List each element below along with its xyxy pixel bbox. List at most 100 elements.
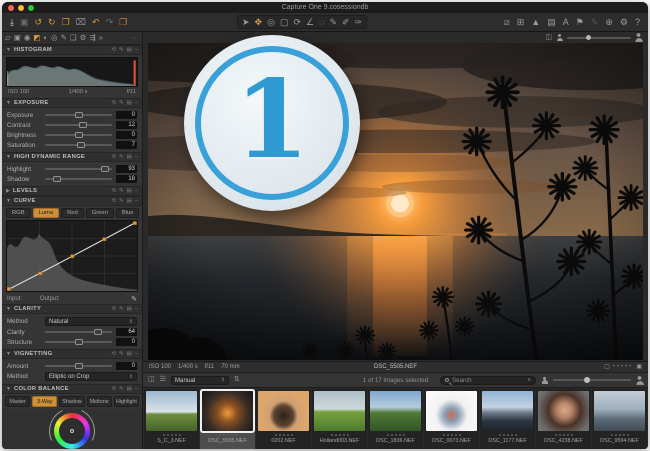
annotations-icon[interactable]: A xyxy=(563,17,569,27)
tab-library-icon[interactable]: ▱ xyxy=(5,33,11,43)
local-copy-icon[interactable]: ⟲ xyxy=(111,154,116,160)
curve-tab-red[interactable]: Red xyxy=(61,208,84,218)
slider-track[interactable] xyxy=(45,124,112,126)
clarity-panel-header[interactable]: ▼ CLARITY ⟲✎▤− xyxy=(2,304,142,314)
wheel-cursor-dot[interactable] xyxy=(70,429,74,433)
slider-value[interactable]: 7 xyxy=(116,141,137,149)
slider-track[interactable] xyxy=(45,365,112,367)
thumbnail-image[interactable] xyxy=(482,391,533,431)
panel-actions[interactable]: ⟲✎▤− xyxy=(111,188,138,194)
viewer-zoom-slider[interactable] xyxy=(567,37,631,39)
collapse-icon[interactable]: − xyxy=(135,198,138,204)
thumbnail-rating-dots[interactable] xyxy=(275,431,293,438)
edit-icon[interactable]: ✎ xyxy=(119,386,124,392)
presets-icon[interactable]: ▤ xyxy=(127,351,132,357)
edit-icon[interactable]: ✎ xyxy=(119,188,124,194)
select-tool-icon[interactable]: ➤ xyxy=(242,17,250,27)
thumbnail-zoom-slider[interactable] xyxy=(553,379,631,381)
rotate-ccw-icon[interactable]: ↺ xyxy=(35,17,43,27)
local-copy-icon[interactable]: ⟲ xyxy=(111,198,116,204)
panel-actions[interactable]: ⟲✎▤− xyxy=(111,47,138,53)
thumbnail-image[interactable] xyxy=(538,391,589,431)
tab-output-icon[interactable]: ⚙ xyxy=(80,33,87,43)
slider-thumb[interactable] xyxy=(77,142,85,148)
color-balance-panel-header[interactable]: ▼ COLOR BALANCE ⟲✎▤− xyxy=(2,384,142,394)
cb-tab-midtone[interactable]: Midtone xyxy=(87,396,112,407)
slider-value[interactable]: 64 xyxy=(116,328,137,336)
rotate-tool-icon[interactable]: ⟳ xyxy=(293,17,301,27)
thumbnail-image[interactable] xyxy=(594,391,645,431)
local-copy-icon[interactable]: ⟲ xyxy=(111,306,116,312)
slider-value[interactable]: 0 xyxy=(116,131,137,139)
collapse-icon[interactable]: − xyxy=(135,100,138,106)
thumbnail-cell[interactable]: DSC_9594.NEF xyxy=(592,389,647,449)
erase-mask-tool-icon[interactable]: ✐ xyxy=(342,17,350,27)
hdr-panel-header[interactable]: ▼ HIGH DYNAMIC RANGE ⟲✎▤− xyxy=(2,152,142,162)
cb-tab-shadow[interactable]: Shadow xyxy=(59,396,84,407)
trash-icon[interactable]: ⌧ xyxy=(76,17,86,27)
web-icon[interactable]: ⊕ xyxy=(605,17,613,27)
slider-value[interactable]: 0 xyxy=(116,111,137,119)
slider-thumb[interactable] xyxy=(53,176,61,182)
thumb-size-small-icon[interactable] xyxy=(541,377,548,384)
thumbnail-cell[interactable]: S_C_3.NEF xyxy=(144,389,199,449)
thumbnail-rating-dots[interactable] xyxy=(555,431,573,438)
presets-icon[interactable]: ▤ xyxy=(127,47,132,53)
proof-icon[interactable]: ⧄ xyxy=(504,17,510,27)
zoom-in-person-icon[interactable] xyxy=(634,33,643,42)
tab-exposure-icon[interactable]: ◩ xyxy=(33,33,40,43)
cb-tab-master[interactable]: Master xyxy=(5,396,30,407)
grid-icon[interactable]: ⊞ xyxy=(517,17,525,27)
tab-capture-icon[interactable]: ▣ xyxy=(14,33,21,43)
zoom-out-person-icon[interactable] xyxy=(556,34,563,41)
pan-tool-icon[interactable]: ✥ xyxy=(255,17,263,27)
thumbnail-image[interactable] xyxy=(146,391,197,431)
panel-actions[interactable]: ⟲✎▤− xyxy=(111,154,138,160)
edit-icon[interactable]: ✎ xyxy=(119,154,124,160)
slider-track[interactable] xyxy=(45,341,112,343)
slider-track[interactable] xyxy=(45,178,112,180)
edit-icon[interactable]: ✎ xyxy=(119,100,124,106)
local-copy-icon[interactable]: ⟲ xyxy=(111,188,116,194)
collapse-icon[interactable]: − xyxy=(135,306,138,312)
curve-tab-rgb[interactable]: RGB xyxy=(6,208,31,218)
tab-metadata-icon[interactable]: ❏ xyxy=(70,33,77,43)
edit-icon[interactable]: ✎ xyxy=(119,47,124,53)
fit-view-icon[interactable]: ◫ xyxy=(545,33,552,43)
thumbnail-rating-dots[interactable] xyxy=(163,431,181,438)
tag-icon[interactable]: ⚑ xyxy=(576,17,584,27)
process-icon[interactable]: ❒ xyxy=(119,17,127,27)
search-input[interactable]: Search ∨ xyxy=(440,376,536,385)
vignetting-method-select[interactable]: Elliptic on Crop ⇕ xyxy=(45,372,137,381)
panel-actions[interactable]: ⟲✎▤− xyxy=(111,306,138,312)
slider-value[interactable]: 18 xyxy=(116,175,137,183)
thumbnail-image[interactable] xyxy=(258,391,309,431)
edit-icon[interactable]: ✎ xyxy=(119,306,124,312)
local-copy-icon[interactable]: ⟲ xyxy=(111,351,116,357)
slider-thumb[interactable] xyxy=(79,122,87,128)
thumbnail-rating-dots[interactable] xyxy=(219,431,237,438)
presets-icon[interactable]: ▤ xyxy=(127,154,132,160)
tab-batch-icon[interactable]: ⇶ xyxy=(89,33,95,43)
presets-icon[interactable]: ▤ xyxy=(127,100,132,106)
collapse-icon[interactable]: − xyxy=(135,47,138,53)
presets-icon[interactable]: ▤ xyxy=(127,306,132,312)
compare-icon[interactable]: ▢ xyxy=(604,362,610,372)
curve-picker-icon[interactable]: ✎ xyxy=(131,295,137,303)
curve-tab-blue[interactable]: Blue xyxy=(116,208,140,218)
slider-value[interactable]: 0 xyxy=(116,362,137,370)
color-wheel-midtone[interactable] xyxy=(54,413,90,449)
slider-thumb[interactable] xyxy=(75,132,83,138)
thumbnail-rating-dots[interactable] xyxy=(611,431,629,438)
capture-icon[interactable]: ▣ xyxy=(20,17,29,27)
undo-icon[interactable]: ↶ xyxy=(92,17,100,27)
settings-icon[interactable]: ⚙ xyxy=(620,17,628,27)
rotate-cw-icon[interactable]: ↻ xyxy=(48,17,56,27)
vignetting-panel-header[interactable]: ▼ VIGNETTING ⟲✎▤− xyxy=(2,349,142,359)
slider-value[interactable]: 12 xyxy=(116,121,137,129)
thumbnail-cell[interactable]: DSC_1836.NEF xyxy=(368,389,423,449)
thumbnail-cell[interactable]: DSC_5505.NEF xyxy=(200,389,255,449)
tab-more-icon[interactable]: » xyxy=(99,33,103,43)
curve-panel-header[interactable]: ▼ CURVE ⟲✎▤− xyxy=(2,196,142,206)
cb-tab-3-way[interactable]: 3-Way xyxy=(32,396,57,407)
